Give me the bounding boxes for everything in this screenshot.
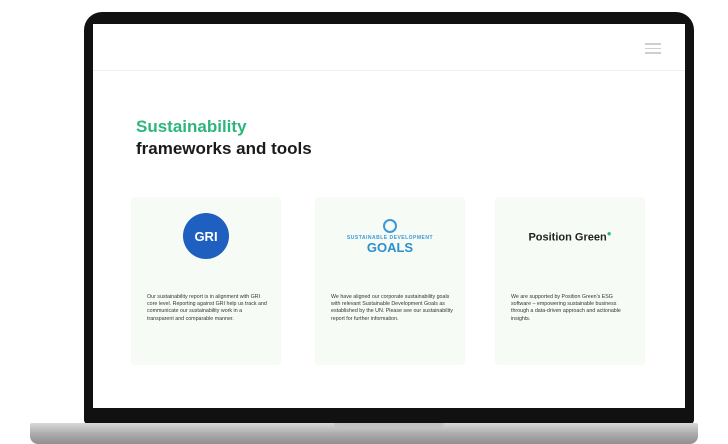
menu-icon-line xyxy=(645,43,661,45)
laptop-screen: Sustainability frameworks and tools GRI … xyxy=(93,24,685,408)
gri-logo: GRI xyxy=(183,213,229,259)
sdg-logo-text: GOALS xyxy=(366,239,414,255)
globe-icon xyxy=(382,218,397,233)
position-green-card: Position Green● We are supported by Posi… xyxy=(495,197,645,365)
heading-line-green: Sustainability xyxy=(136,117,247,136)
menu-icon-line xyxy=(645,52,661,54)
menu-icon-line xyxy=(645,47,661,49)
position-green-logo-text: Position Green xyxy=(528,231,607,244)
gri-description: Our sustainability report is in alignmen… xyxy=(147,294,267,322)
position-green-description: We are supported by Position Green's ESG… xyxy=(511,294,621,322)
position-green-logo-wrap: Position Green● xyxy=(495,211,645,261)
gri-card: GRI Our sustainability report is in alig… xyxy=(131,197,281,365)
heading-line-dark: frameworks and tools xyxy=(136,139,312,158)
section-heading: Sustainability frameworks and tools xyxy=(136,116,312,160)
framework-cards: GRI Our sustainability report is in alig… xyxy=(131,197,651,367)
gri-logo-wrap: GRI xyxy=(131,211,281,261)
sdg-logo: SUSTAINABLE DEVELOPMENT GOALS xyxy=(347,218,433,255)
gri-logo-text: GRI xyxy=(194,228,218,244)
sdg-logo-wrap: SUSTAINABLE DEVELOPMENT GOALS xyxy=(315,211,465,261)
sdg-description: We have aligned our corporate sustainabi… xyxy=(331,294,453,322)
position-green-logo: Position Green● xyxy=(528,229,611,244)
top-navigation-bar xyxy=(93,24,685,71)
position-green-mark-icon: ● xyxy=(606,228,612,238)
laptop-notch xyxy=(334,423,444,429)
sdg-card: SUSTAINABLE DEVELOPMENT GOALS We have al… xyxy=(315,197,465,365)
hamburger-menu-icon[interactable] xyxy=(645,43,661,54)
